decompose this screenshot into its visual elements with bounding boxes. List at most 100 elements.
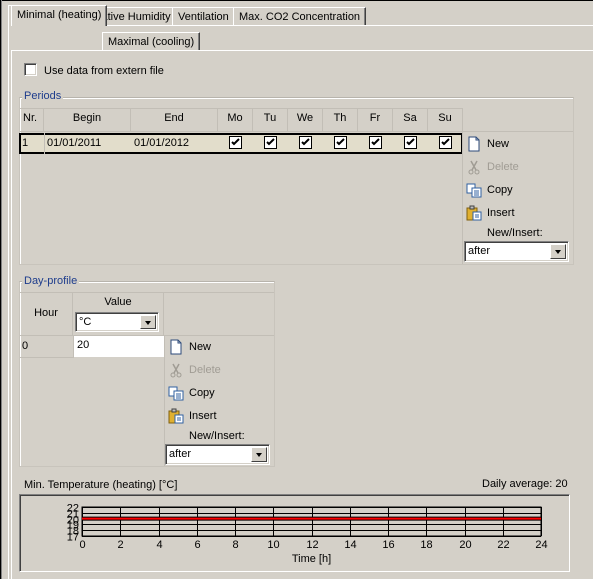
window-top-border [0,0,593,1]
select-value: °C [79,316,92,328]
cell-hour[interactable]: 0 [22,340,28,352]
day-checkbox-su[interactable] [439,136,452,149]
cell-fr[interactable] [369,136,382,149]
tab-label: Ventilation [178,11,229,23]
chart-title: Min. Temperature (heating) [°C] [24,479,178,491]
tab-label: Minimal (heating) [17,9,102,21]
button-label: Insert [189,410,217,422]
cell-divider [20,357,73,358]
x-tick-label: 6 [194,539,200,551]
periods-position-select[interactable]: after [464,241,569,262]
tab-label: Maximal (cooling) [108,36,195,48]
x-tick-label: 10 [267,539,279,551]
select-value: after [169,448,192,460]
sub-tab-panel-top [11,50,593,51]
main-tab-panel-left [8,25,9,579]
x-axis-label: Time [h] [292,553,331,565]
col-header-th: Th [323,108,358,132]
paste-icon [466,205,482,221]
periods-delete-button[interactable]: Delete [466,157,519,177]
cell-begin[interactable]: 01/01/2011 [47,137,101,149]
window-left-border [0,0,2,579]
day-profile-delete-button[interactable]: Delete [168,360,221,380]
day-checkbox-sa[interactable] [404,136,417,149]
tab-minimal-heating[interactable]: Minimal (heating) [11,5,108,26]
x-tick-label: 12 [306,539,318,551]
chevron-down-icon[interactable] [140,315,156,329]
x-tick-label: 4 [156,539,162,551]
button-label: New [189,341,212,353]
col-header-we: We [288,108,323,132]
day-profile-new-button[interactable]: New [168,337,211,357]
plot-area [81,506,542,537]
copy-icon [466,182,482,198]
cell-tu[interactable] [264,136,277,149]
daily-average: Daily average: 20 [482,478,568,490]
button-label: New [487,138,510,150]
day-profile-insert-button[interactable]: Insert [168,406,217,426]
copy-icon [168,385,184,401]
day-profile-header-filler [164,292,274,336]
paste-icon [168,408,184,424]
tab-maximal-cooling[interactable]: Maximal (cooling) [102,32,201,50]
table-row[interactable]: 1 01/01/2011 01/01/2012 [19,133,463,154]
y-tick-label: 22 [67,503,79,515]
cell-end[interactable]: 01/01/2012 [134,137,189,149]
day-profile-position-label: New/Insert: [189,430,245,442]
day-checkbox-tu[interactable] [264,136,277,149]
day-profile-title: Day-profile [22,275,80,287]
x-tick-label: 8 [232,539,238,551]
sub-tab-panel-left [11,50,12,579]
periods-insert-button[interactable]: Insert [466,203,515,223]
col-header-nr: Nr. [20,108,44,132]
col-header-begin: Begin [44,108,131,132]
periods-new-button[interactable]: New [466,134,509,154]
button-label: Copy [487,184,513,196]
cell-divider [44,133,45,154]
x-tick-label: 24 [535,539,547,551]
periods-header-filler [462,108,573,132]
cell-value[interactable]: 20 [74,336,164,357]
day-checkbox-mo[interactable] [229,136,242,149]
cell-we[interactable] [299,136,312,149]
day-checkbox-we[interactable] [299,136,312,149]
button-label: Delete [487,161,519,173]
day-profile-copy-button[interactable]: Copy [168,383,215,403]
chevron-down-icon[interactable] [251,447,267,462]
x-tick-label: 22 [497,539,509,551]
select-value: after [468,245,491,257]
extern-file-label: Use data from extern file [44,65,164,77]
periods-actions-divider [462,132,463,264]
x-tick-label: 16 [382,539,394,551]
col-header-end: End [131,108,218,132]
periods-title: Periods [22,90,64,102]
unit-select[interactable]: °C [75,312,159,332]
new-document-icon [168,339,184,355]
x-tick-label: 14 [344,539,356,551]
col-header-hour: Hour [20,292,73,336]
tab-max-co2[interactable]: Max. CO2 Concentration [233,7,367,26]
day-checkbox-fr[interactable] [369,136,382,149]
x-tick-label: 20 [459,539,471,551]
periods-position-label: New/Insert: [487,227,543,239]
col-header-fr: Fr [358,108,393,132]
x-tick-label: 0 [79,539,85,551]
button-label: Delete [189,364,221,376]
extern-file-checkbox[interactable] [24,63,37,76]
periods-copy-button[interactable]: Copy [466,180,513,200]
cell-su[interactable] [439,136,452,149]
col-header-mo: Mo [218,108,253,132]
cell-sa[interactable] [404,136,417,149]
col-header-sa: Sa [393,108,428,132]
day-profile-position-select[interactable]: after [165,444,270,465]
cell-th[interactable] [334,136,347,149]
new-document-icon [466,136,482,152]
cell-nr[interactable]: 1 [22,137,28,149]
chevron-down-icon[interactable] [550,244,566,259]
tab-ventilation[interactable]: Ventilation [172,7,235,26]
cell-mo[interactable] [229,136,242,149]
button-label: Copy [189,387,215,399]
col-header-su: Su [428,108,463,132]
day-checkbox-th[interactable] [334,136,347,149]
col-header-tu: Tu [253,108,288,132]
